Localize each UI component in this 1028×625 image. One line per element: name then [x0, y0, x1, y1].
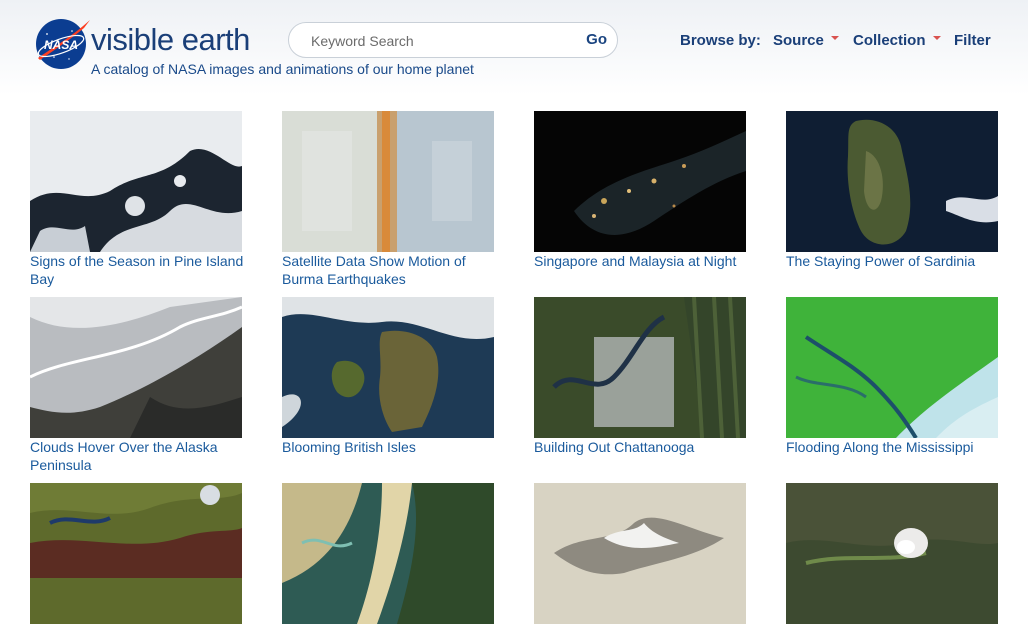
- image-card[interactable]: Clouds Hover Over the Alaska Peninsula: [30, 297, 242, 474]
- search-input[interactable]: [309, 29, 583, 53]
- card-title[interactable]: Blooming British Isles: [282, 439, 497, 457]
- satellite-thumbnail[interactable]: [534, 297, 746, 438]
- collection-dropdown[interactable]: Collection: [853, 32, 941, 49]
- satellite-thumbnail[interactable]: [30, 111, 242, 252]
- image-card[interactable]: Flooding Along the Mississippi: [786, 297, 998, 457]
- caret-down-icon: [932, 36, 941, 41]
- browse-by-label: Browse by:: [680, 32, 761, 49]
- image-card[interactable]: Singapore and Malaysia at Night: [534, 111, 746, 271]
- collection-label: Collection: [853, 32, 926, 49]
- card-title[interactable]: Signs of the Season in Pine Island Bay: [30, 253, 245, 288]
- site-title[interactable]: visible earth: [91, 22, 250, 58]
- image-card[interactable]: Satellite Data Show Motion of Burma Eart…: [282, 111, 494, 288]
- source-label: Source: [773, 32, 824, 49]
- satellite-thumbnail[interactable]: [30, 483, 242, 624]
- image-card[interactable]: [786, 483, 998, 625]
- image-card[interactable]: The Staying Power of Sardinia: [786, 111, 998, 271]
- satellite-thumbnail[interactable]: [786, 483, 998, 624]
- site-tagline: A catalog of NASA images and animations …: [91, 61, 474, 77]
- card-title[interactable]: Satellite Data Show Motion of Burma Eart…: [282, 253, 497, 288]
- svg-text:NASA: NASA: [44, 38, 78, 52]
- satellite-thumbnail[interactable]: [786, 111, 998, 252]
- search-box: Go: [288, 22, 618, 58]
- filter-link[interactable]: Filter: [954, 32, 991, 49]
- nasa-logo[interactable]: NASA: [34, 16, 92, 70]
- caret-down-icon: [830, 36, 839, 41]
- card-title[interactable]: Flooding Along the Mississippi: [786, 439, 1001, 457]
- image-card[interactable]: Signs of the Season in Pine Island Bay: [30, 111, 245, 288]
- image-card[interactable]: Building Out Chattanooga: [534, 297, 746, 457]
- image-card[interactable]: Blooming British Isles: [282, 297, 494, 457]
- satellite-thumbnail[interactable]: [282, 297, 494, 438]
- satellite-thumbnail[interactable]: [534, 111, 746, 252]
- image-card[interactable]: [30, 483, 242, 625]
- satellite-thumbnail[interactable]: [282, 111, 494, 252]
- satellite-thumbnail[interactable]: [282, 483, 494, 624]
- satellite-thumbnail[interactable]: [30, 297, 242, 438]
- image-card[interactable]: [282, 483, 494, 625]
- card-title[interactable]: Clouds Hover Over the Alaska Peninsula: [30, 439, 245, 474]
- source-dropdown[interactable]: Source: [773, 32, 839, 49]
- card-title[interactable]: Singapore and Malaysia at Night: [534, 253, 749, 271]
- satellite-thumbnail[interactable]: [786, 297, 998, 438]
- search-go-button[interactable]: Go: [586, 31, 607, 48]
- image-card[interactable]: [534, 483, 746, 625]
- card-title[interactable]: The Staying Power of Sardinia: [786, 253, 1001, 271]
- card-title[interactable]: Building Out Chattanooga: [534, 439, 749, 457]
- satellite-thumbnail[interactable]: [534, 483, 746, 624]
